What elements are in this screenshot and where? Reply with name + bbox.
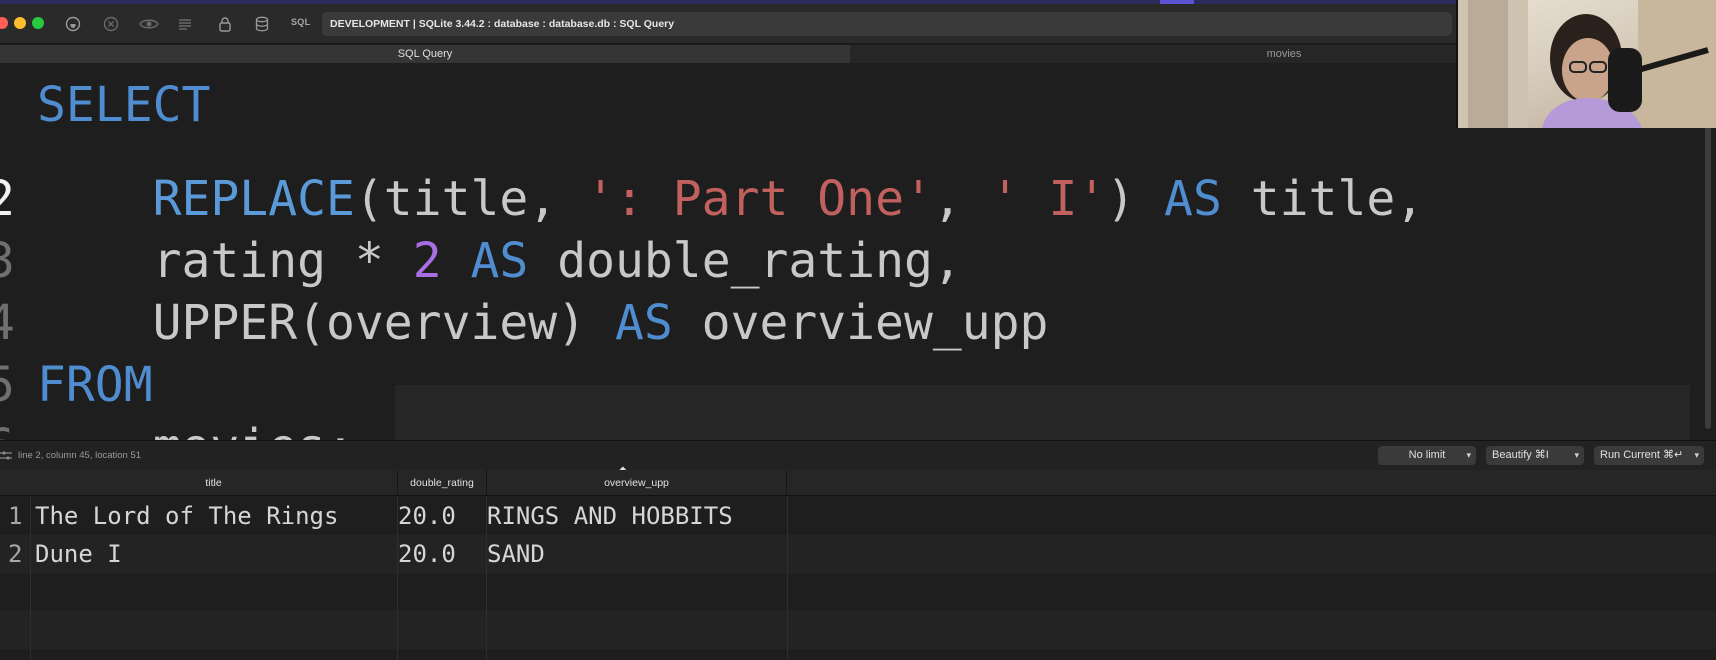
run-current-label: Run Current ⌘↵ [1600,449,1684,461]
code-token: movies; [37,419,355,440]
code-token: rating * [37,233,413,289]
run-current-button[interactable]: Run Current ⌘↵ ▾ [1594,446,1704,465]
code-token-str: ': Part One' [586,171,933,227]
code-line: SELECT [37,75,210,135]
row-limit-label: No limit [1408,449,1446,461]
row-limit-dropdown[interactable]: No limit ▾ [1378,446,1476,465]
list-icon[interactable] [176,15,194,33]
sliders-icon[interactable] [0,449,12,461]
code-line: FROM [37,355,153,415]
cell-double-rating[interactable]: 20.0 [398,497,456,535]
code-token: double_rating, [528,233,962,289]
maximize-window-button[interactable] [32,17,44,29]
close-window-button[interactable] [0,17,8,29]
sql-mode-label: SQL [291,17,311,27]
code-line: rating * 2 AS double_rating, [37,231,962,291]
chevron-down-icon: ▾ [1574,450,1579,460]
stop-icon[interactable] [102,15,120,33]
row-number: 1 [8,502,23,530]
code-token: (title, [354,171,587,227]
minimize-window-button[interactable] [14,17,26,29]
beautify-label: Beautify ⌘I [1492,449,1549,461]
line-number: 6 [0,417,15,440]
results-grid: title double_rating overview_upp 1 The L… [0,470,1716,660]
code-line: UPPER(overview) AS overview_upp [37,293,1049,353]
line-number: 3 [0,233,15,289]
line-number: 4 [0,295,15,351]
chevron-down-icon: ▾ [1694,450,1699,460]
current-line-highlight [395,385,1690,440]
connection-bar[interactable]: DEVELOPMENT | SQLite 3.44.2 : database :… [322,12,1452,36]
grid-header: title double_rating overview_upp [0,470,1716,496]
cell-title[interactable]: Dune I [35,535,122,573]
lock-icon[interactable] [216,15,234,33]
table-row[interactable]: 1 The Lord of The Rings 20.0 RINGS AND H… [0,497,1716,535]
column-divider [30,496,31,660]
code-token: UPPER(overview) [37,295,615,351]
code-token-str: ' I' [990,171,1107,227]
code-token: overview_upp [672,295,1049,351]
cell-overview-upp[interactable]: RINGS AND HOBBITS [487,497,733,535]
code-line: REPLACE(title, ': Part One', ' I') AS ti… [37,169,1425,229]
column-header-overview-upp[interactable]: overview_upp [487,470,787,496]
plug-icon[interactable] [64,15,82,33]
column-divider [787,496,788,660]
code-token: title, [1221,171,1425,227]
line-number: 5 [0,357,15,413]
eye-icon[interactable] [138,15,160,33]
code-token-kw: SELECT [37,77,211,133]
code-token-num: 2 [412,233,442,289]
code-line: movies; [37,417,355,440]
database-icon[interactable] [253,15,271,33]
code-token: ) [1106,171,1165,227]
cursor-position-text: line 2, column 45, location 51 [18,450,142,461]
cell-title[interactable]: The Lord of The Rings [35,497,338,535]
beautify-button[interactable]: Beautify ⌘I ▾ [1486,446,1584,465]
line-number: 2 [0,171,15,227]
empty-row [0,611,1716,649]
column-header-title[interactable]: title [30,470,398,496]
cell-overview-upp[interactable]: SAND [487,535,545,573]
cell-double-rating[interactable]: 20.0 [398,535,456,573]
chevron-down-icon: ▾ [1466,450,1471,460]
editor-status-bar: line 2, column 45, location 51 No limit … [0,440,1716,470]
column-divider [397,496,398,660]
tab-sql-query[interactable]: SQL Query [0,45,850,63]
code-token: , [932,171,991,227]
code-token-kw: AS [470,233,529,289]
column-header-double-rating[interactable]: double_rating [398,470,487,496]
code-token-kw: AS [1164,171,1222,227]
table-row[interactable]: 2 Dune I 20.0 SAND [0,535,1716,573]
code-token-kw: AS [614,295,673,351]
row-number: 2 [8,540,23,568]
column-divider [486,496,487,660]
presenter-webcam-overlay [1456,0,1716,128]
code-token-fn: REPLACE [152,171,355,227]
code-token-kw: FROM [37,357,153,413]
